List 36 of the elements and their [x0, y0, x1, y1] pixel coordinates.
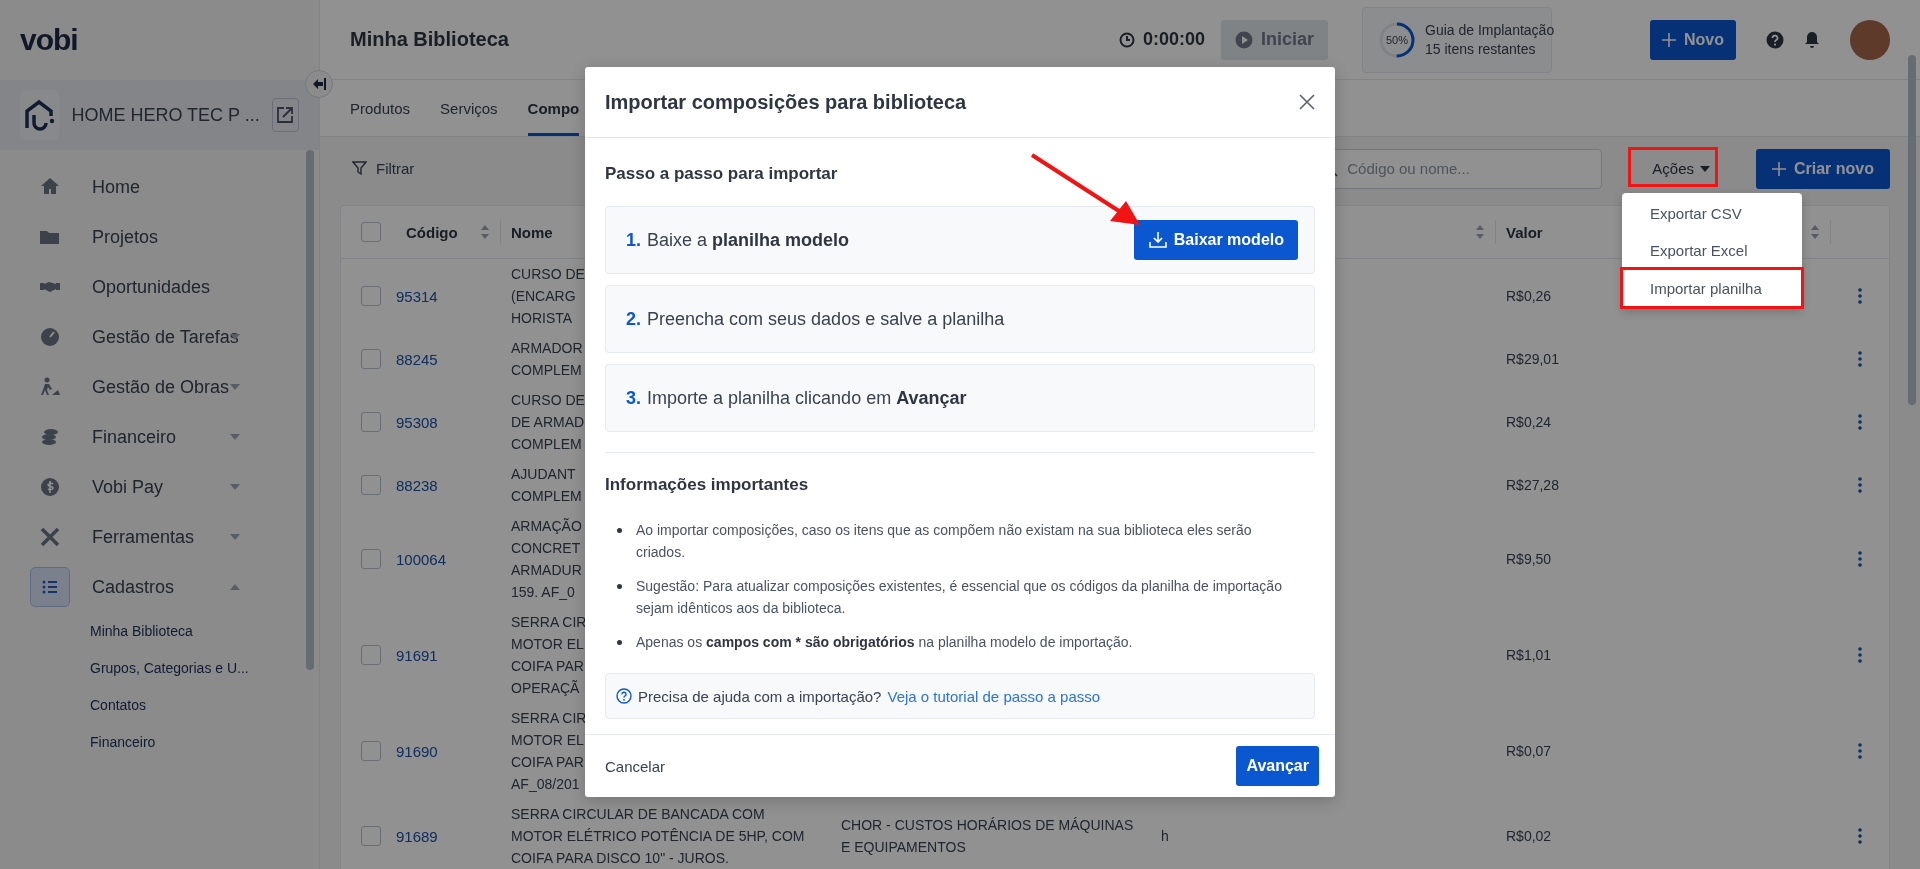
bullet-text: Ao importar composições, caso os itens que as compõem não existam na sua biblioteca eles serão criados.	[636, 521, 1253, 562]
bullet-text: Apenas os campos com * são obrigatórios na planilha modelo de importação.	[636, 633, 1133, 652]
progress-percent: 50%	[1386, 33, 1408, 46]
table-cell-text: CHOR - CUSTOS HORÁRIOS DE MÁQUINAS E EQUIPAMENTOS	[841, 816, 1134, 857]
table-cell-text: ARMAÇÃO CONCRET ARMADUR 159. AF_0	[511, 517, 582, 602]
table-cell-text: CURSO DE DE ARMAD COMPLEM	[511, 391, 585, 454]
section-title: Informações importantes	[605, 475, 810, 495]
table-cell-text: R$1,01	[1506, 646, 1552, 665]
help-text: Precisa de ajuda com a importação?	[638, 687, 882, 705]
modal-title: Importar composições para biblioteca	[605, 90, 967, 114]
step-text: Baixe a planilha modelo	[647, 229, 851, 251]
timer: 0:00:00	[1142, 29, 1205, 50]
table-cell-text: SERRA CIR MOTOR EL COIFA PAR OPERAÇÃ	[511, 613, 587, 698]
step-text: Preencha com seus dados e salve a planilha	[647, 308, 1006, 330]
table-cell-text: R$0,24	[1506, 413, 1552, 432]
step-number: 3.	[626, 387, 641, 409]
section-title: Passo a passo para importar	[605, 164, 839, 184]
table-cell-text: R$9,50	[1506, 550, 1552, 569]
table-cell-text: R$29,01	[1506, 350, 1559, 369]
table-cell-text: SERRA CIR MOTOR EL COIFA PAR AF_08/201	[511, 709, 587, 794]
step-number: 1.	[626, 229, 641, 251]
table-cell-text: ARMADOR COMPLEM	[511, 339, 583, 380]
bullet-text: Sugestão: Para atualizar composições existentes, é essencial que os códigos da planilha de importação sejam idênticos aos da biblioteca.	[636, 577, 1283, 618]
guide-title: Guia de Implantação	[1425, 22, 1555, 38]
table-cell-text: R$0,26	[1506, 287, 1552, 306]
guide-subtitle: 15 itens restantes	[1425, 41, 1537, 57]
step-text: Importe a planilha clicando em Avançar	[647, 387, 968, 409]
table-cell-text: R$0,07	[1506, 742, 1552, 761]
table-cell-text: h	[1161, 827, 1169, 846]
table-cell-text: CURSO DE (ENCARG HORISTA	[511, 265, 585, 328]
page-title: Minha Biblioteca	[350, 28, 510, 51]
step-number: 2.	[626, 308, 641, 330]
table-cell-text: R$0,02	[1506, 827, 1552, 846]
table-cell-text: R$27,28	[1506, 476, 1559, 495]
table-cell-text: SERRA CIRCULAR DE BANCADA COM MOTOR ELÉTRICO POTÊNCIA DE 5HP, COM COIFA PARA DISCO 10" - JUROS.	[511, 805, 805, 868]
table-cell-text: AJUDANT COMPLEM	[511, 465, 582, 506]
